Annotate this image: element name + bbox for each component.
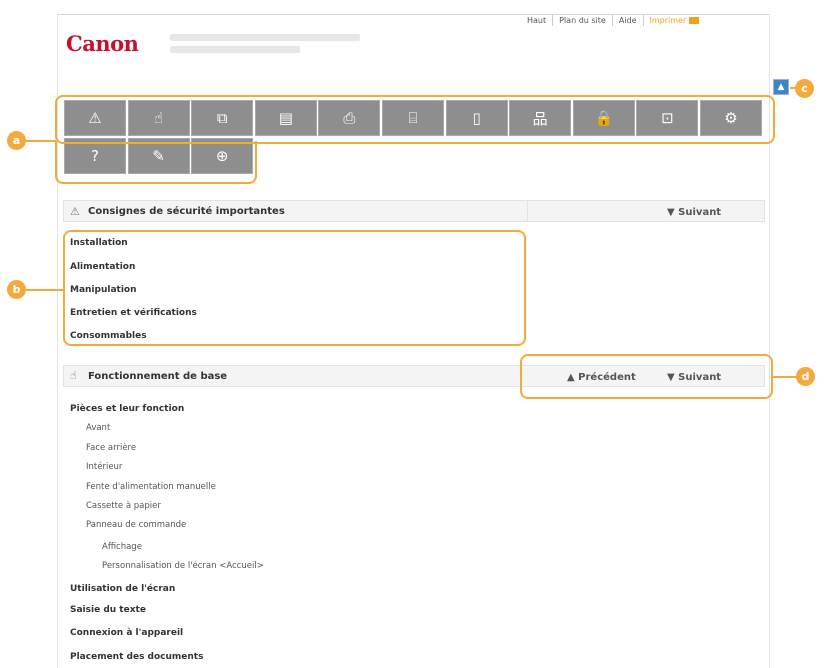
list-item[interactable]: Fente d'alimentation manuelle [86, 482, 216, 492]
link-manipulation[interactable]: Manipulation [70, 285, 137, 295]
next-link-safety[interactable]: ▼ Suivant [667, 207, 721, 218]
printer-icon [689, 17, 700, 24]
canon-logo: Canon [66, 31, 139, 56]
header-links: Haut Plan du site Aide Imprimer [521, 15, 705, 26]
warning-icon: ⚠ [70, 205, 80, 218]
arrow-up-icon: ▲ [777, 82, 785, 92]
callout-d-frame [520, 354, 773, 399]
section-title-basic: Fonctionnement de base [88, 371, 228, 382]
callout-a-frame-row2 [55, 141, 257, 184]
leader-a [26, 140, 56, 142]
section-title-safety: Consignes de sécurité importantes [88, 206, 285, 217]
list-item[interactable]: Personnalisation de l'écran <Accueil> [102, 561, 264, 571]
link-aide[interactable]: Aide [611, 15, 643, 26]
model-name-blurred [170, 34, 370, 64]
link-imprimer-label: Imprimer [649, 16, 687, 25]
link-consommables[interactable]: Consommables [70, 331, 147, 341]
callout-c-badge: c [795, 79, 814, 98]
link-plan-du-site[interactable]: Plan du site [552, 15, 612, 26]
list-item[interactable]: Intérieur [86, 462, 122, 472]
list-item[interactable]: Saisie du texte [70, 605, 146, 615]
callout-b-badge: b [7, 280, 26, 299]
list-item[interactable]: Placement des documents [70, 652, 203, 662]
leader-c [790, 87, 797, 89]
callout-d-badge: d [796, 367, 815, 386]
list-item[interactable]: Face arrière [86, 443, 136, 453]
leader-b [26, 289, 64, 291]
link-haut[interactable]: Haut [521, 15, 552, 26]
list-item[interactable]: Panneau de commande [86, 520, 186, 530]
link-entretien[interactable]: Entretien et vérifications [70, 308, 197, 318]
callout-a-badge: a [7, 131, 26, 150]
prev-link-basic[interactable]: ▲ Précédent [567, 372, 636, 383]
link-alimentation[interactable]: Alimentation [70, 262, 135, 272]
list-item[interactable]: Cassette à papier [86, 501, 161, 511]
list-item[interactable]: Affichage [102, 542, 142, 552]
link-imprimer[interactable]: Imprimer [642, 15, 706, 26]
link-installation[interactable]: Installation [70, 238, 128, 248]
list-item[interactable]: Avant [86, 423, 110, 433]
hand-icon: ☝ [70, 369, 77, 382]
callout-a-frame [55, 95, 775, 144]
list-item[interactable]: Connexion à l'appareil [70, 628, 183, 638]
list-item[interactable]: Utilisation de l'écran [70, 584, 175, 594]
page-top-button[interactable]: ▲ [773, 79, 789, 95]
next-link-basic[interactable]: ▼ Suivant [667, 372, 721, 383]
list-item[interactable]: Pièces et leur fonction [70, 404, 184, 414]
